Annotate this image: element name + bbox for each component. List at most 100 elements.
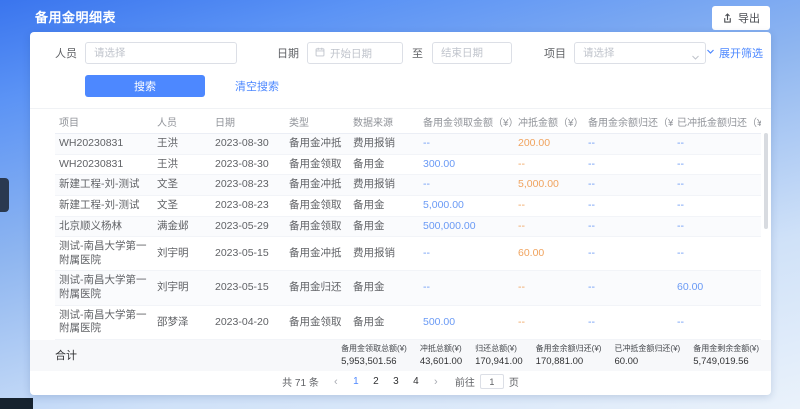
date-filter-label: 日期 [277, 45, 299, 61]
cell-offset-return: -- [673, 154, 761, 175]
page-button-4[interactable]: 4 [409, 376, 423, 387]
summary-item-label: 备用金剩余金额(¥) [693, 343, 759, 354]
page-list: 1234 [349, 376, 423, 387]
pagination-bar: 共 71 条 ‹ 1234 › 前往 页 [30, 371, 771, 395]
cell-date: 2023-08-23 [211, 175, 285, 196]
summary-item-value: 170,881.00 [536, 356, 602, 367]
cell-date: 2023-04-20 [211, 305, 285, 339]
cell-person: 刘宇明 [153, 271, 211, 305]
search-button[interactable]: 搜索 [85, 75, 205, 97]
next-page-button[interactable]: › [430, 376, 442, 388]
cell-type: 备用金归还 [285, 271, 349, 305]
export-button[interactable]: 导出 [712, 6, 770, 30]
export-label: 导出 [738, 10, 760, 26]
summary-items: 备用金领取总额(¥) 5,953,501.56 冲抵总额(¥) 43,601.0… [341, 343, 759, 367]
cell-balance-return: -- [584, 154, 673, 175]
cell-received-amount: -- [419, 175, 514, 196]
goto-suffix-label: 页 [509, 374, 519, 389]
cell-type: 备用金领取 [285, 305, 349, 339]
data-table: 项目 人员 日期 类型 数据来源 备用金领取金额（¥） 冲抵金额（¥） 备用金余… [30, 108, 771, 340]
cell-received-amount: 5,000.00 [419, 195, 514, 216]
cell-offset-amount: -- [514, 271, 584, 305]
summary-item-label: 备用金余额归还(¥) [536, 343, 602, 354]
cell-date: 2023-05-15 [211, 271, 285, 305]
cell-date: 2023-08-30 [211, 134, 285, 155]
cell-offset-return: -- [673, 175, 761, 196]
summary-item: 备用金领取总额(¥) 5,953,501.56 [341, 343, 407, 367]
person-filter-input[interactable] [85, 42, 237, 64]
page-button-2[interactable]: 2 [369, 376, 383, 387]
cell-type: 备用金领取 [285, 195, 349, 216]
cell-person: 刘宇明 [153, 237, 211, 271]
table-body: WH20230831 王洪 2023-08-30 备用金冲抵 费用报销 -- 2… [55, 134, 761, 341]
cell-offset-amount: -- [514, 195, 584, 216]
cell-project: 测试-南昌大学第一附属医院 [55, 237, 153, 271]
cell-project: 新建工程-刘-测试 [55, 175, 153, 196]
person-filter-label: 人员 [55, 45, 77, 61]
cell-person: 王洪 [153, 134, 211, 155]
collapsed-sidebar-handle[interactable] [0, 178, 9, 212]
cell-project: 测试-南昌大学第一附属医院 [55, 305, 153, 339]
cell-source: 费用报销 [349, 134, 419, 155]
page-button-3[interactable]: 3 [389, 376, 403, 387]
cell-balance-return: -- [584, 175, 673, 196]
expand-filters-link[interactable]: 展开筛选 [706, 45, 763, 61]
summary-total-label: 合计 [55, 347, 77, 363]
cell-received-amount: 500,000.00 [419, 216, 514, 237]
summary-item-value: 5,749,019.56 [693, 356, 759, 367]
summary-item-label: 冲抵总额(¥) [420, 343, 462, 354]
vertical-scrollbar[interactable] [764, 133, 768, 229]
cell-person: 文圣 [153, 195, 211, 216]
table-row: 新建工程-刘-测试 文圣 2023-08-23 备用金冲抵 费用报销 -- 5,… [55, 175, 761, 196]
table-row: 北京顺义杨林 满金邺 2023-05-29 备用金领取 备用金 500,000.… [55, 216, 761, 237]
cell-project: WH20230831 [55, 154, 153, 175]
cell-offset-amount: -- [514, 305, 584, 339]
summary-item: 冲抵总额(¥) 43,601.00 [420, 343, 462, 367]
date-end-input[interactable] [432, 42, 512, 64]
cell-source: 备用金 [349, 154, 419, 175]
cell-received-amount: -- [419, 271, 514, 305]
col-source: 数据来源 [349, 109, 419, 134]
cell-balance-return: -- [584, 271, 673, 305]
page-button-1[interactable]: 1 [349, 376, 363, 387]
table-row: 测试-南昌大学第一附属医院 邵梦泽 2023-04-20 备用金领取 备用金 5… [55, 305, 761, 339]
cell-offset-return: -- [673, 134, 761, 155]
cell-date: 2023-05-15 [211, 237, 285, 271]
cell-offset-amount: 200.00 [514, 134, 584, 155]
cell-person: 满金邺 [153, 216, 211, 237]
clear-search-button[interactable]: 清空搜索 [235, 78, 279, 94]
filter-bar: 人员 日期 开始日期 至 项目 [30, 32, 771, 108]
top-bar: 备用金明细表 导出 [0, 0, 800, 32]
cell-offset-return: -- [673, 195, 761, 216]
cell-person: 王洪 [153, 154, 211, 175]
date-start-input[interactable]: 开始日期 [307, 42, 403, 64]
cell-offset-return: -- [673, 305, 761, 339]
cell-source: 费用报销 [349, 175, 419, 196]
cell-person: 文圣 [153, 175, 211, 196]
taskbar-fragment [0, 398, 33, 409]
page-title: 备用金明细表 [35, 7, 116, 26]
table-row: 测试-南昌大学第一附属医院 刘宇明 2023-05-15 备用金冲抵 费用报销 … [55, 237, 761, 271]
project-filter-select[interactable] [574, 42, 706, 64]
goto-prefix-label: 前往 [455, 374, 475, 389]
table-row: 新建工程-刘-测试 文圣 2023-08-23 备用金领取 备用金 5,000.… [55, 195, 761, 216]
cell-balance-return: -- [584, 216, 673, 237]
col-person: 人员 [153, 109, 211, 134]
col-received: 备用金领取金额（¥） [419, 109, 514, 134]
summary-item-value: 60.00 [614, 356, 680, 367]
cell-balance-return: -- [584, 134, 673, 155]
cell-received-amount: -- [419, 237, 514, 271]
table-row: WH20230831 王洪 2023-08-30 备用金领取 备用金 300.0… [55, 154, 761, 175]
prev-page-button[interactable]: ‹ [330, 376, 342, 388]
pagination-total: 共 71 条 [282, 374, 319, 389]
cell-project: 新建工程-刘-测试 [55, 195, 153, 216]
chevron-down-icon [706, 47, 715, 59]
cell-received-amount: 500.00 [419, 305, 514, 339]
cell-source: 备用金 [349, 305, 419, 339]
col-date: 日期 [211, 109, 285, 134]
goto-page-input[interactable] [480, 374, 504, 389]
cell-project: 测试-南昌大学第一附属医院 [55, 271, 153, 305]
cell-date: 2023-05-29 [211, 216, 285, 237]
summary-item: 已冲抵金额归还(¥) 60.00 [614, 343, 680, 367]
cell-type: 备用金领取 [285, 216, 349, 237]
